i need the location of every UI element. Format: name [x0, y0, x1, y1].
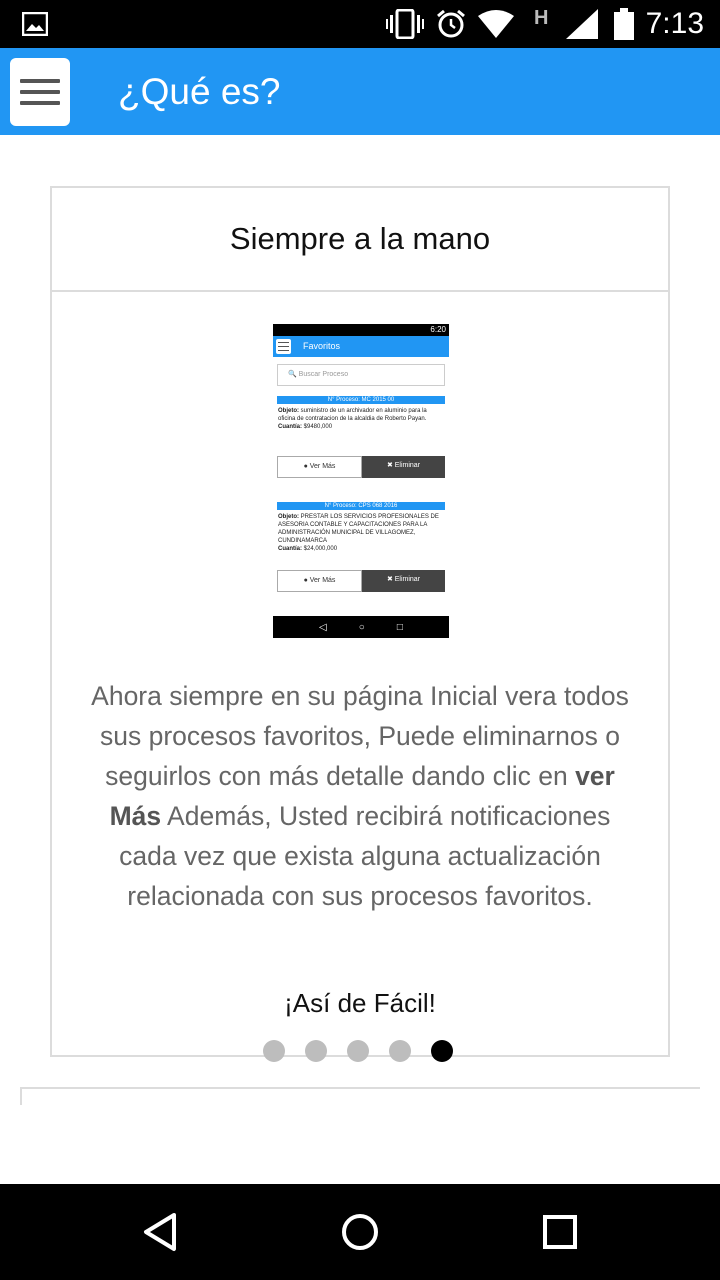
- cuantia-value: $24,000,000: [303, 546, 338, 552]
- pager-dot[interactable]: [347, 1040, 369, 1062]
- status-bar: H 7:13: [0, 0, 720, 48]
- preview-eliminar-button: ✖ Eliminar: [362, 456, 445, 478]
- app-bar: ¿Qué es?: [0, 48, 720, 135]
- clock: 7:13: [645, 7, 704, 40]
- info-card: Siempre a la mano 6:20 Favoritos 🔍 Busca…: [50, 186, 670, 1057]
- card-tagline: ¡Así de Fácil!: [284, 988, 436, 1018]
- preview-item-body: Objeto: suministro de un archivador en a…: [277, 404, 445, 454]
- objeto-label: Objeto:: [278, 514, 299, 520]
- preview-list-item: N° Proceso: CPS 068 2016 Objeto: PRESTAR…: [277, 502, 445, 592]
- preview-item-body: Objeto: PRESTAR LOS SERVICIOS PROFESIONA…: [277, 510, 445, 568]
- preview-home-icon: ○: [358, 621, 365, 633]
- page-title: ¿Qué es?: [118, 71, 281, 112]
- preview-status-bar: 6:20: [273, 324, 449, 336]
- card-title: Siempre a la mano: [52, 188, 668, 292]
- preview-item-header: N° Proceso: MC 2015 00: [277, 396, 445, 404]
- battery-icon: [614, 0, 634, 48]
- preview-eliminar-button: ✖ Eliminar: [362, 570, 445, 592]
- card-description: Ahora siempre en su página Inicial vera …: [91, 681, 629, 911]
- preview-app-bar: Favoritos: [273, 336, 449, 357]
- home-icon: [342, 1214, 378, 1250]
- pager-dot-active[interactable]: [431, 1040, 453, 1062]
- preview-ver-mas-button: ● Ver Más: [277, 456, 362, 478]
- divider: [20, 1087, 700, 1089]
- home-button[interactable]: [300, 1184, 420, 1280]
- menu-button[interactable]: [10, 58, 70, 126]
- preview-item-header: N° Proceso: CPS 068 2016: [277, 502, 445, 510]
- cuantia-value: $9480,000: [303, 424, 333, 430]
- preview-title: Favoritos: [303, 341, 341, 351]
- preview-hamburger-icon: [276, 339, 291, 354]
- preview-list-item: N° Proceso: MC 2015 00 Objeto: suministr…: [277, 396, 445, 478]
- wifi-icon: [478, 0, 514, 48]
- app-preview-image: 6:20 Favoritos 🔍 Buscar Proceso N° Proce…: [273, 324, 449, 638]
- vibrate-icon: [386, 0, 424, 48]
- preview-back-icon: ◁: [319, 621, 327, 633]
- preview-item-buttons: ● Ver Más ✖ Eliminar: [277, 456, 445, 478]
- cell-signal-icon: [566, 0, 598, 48]
- recents-icon: [543, 1215, 577, 1249]
- objeto-text: PRESTAR LOS SERVICIOS PROFESIONALES DE A…: [278, 514, 439, 544]
- preview-recents-icon: □: [396, 621, 403, 633]
- cuantia-label: Cuantía:: [278, 546, 302, 552]
- preview-search-placeholder: Buscar Proceso: [298, 371, 349, 378]
- gallery-icon: [22, 0, 48, 48]
- pager-dot[interactable]: [389, 1040, 411, 1062]
- back-button[interactable]: [100, 1184, 220, 1280]
- recents-button[interactable]: [500, 1184, 620, 1280]
- preview-nav-bar: ◁ ○ □: [273, 616, 449, 638]
- alarm-icon: [436, 0, 466, 48]
- hamburger-icon: [20, 72, 60, 112]
- preview-ver-mas-button: ● Ver Más: [277, 570, 362, 592]
- pager-indicator: [263, 1040, 463, 1064]
- screen: H 7:13 ¿Qué es? Siempre a la mano 6:20 F…: [0, 0, 720, 1280]
- pager-dot[interactable]: [263, 1040, 285, 1062]
- objeto-text: suministro de un archivador en aluminio …: [278, 408, 427, 422]
- cuantia-label: Cuantía:: [278, 424, 302, 430]
- objeto-label: Objeto:: [278, 408, 299, 414]
- preview-search: 🔍 Buscar Proceso: [277, 364, 445, 386]
- h-signal-icon: H: [534, 6, 549, 29]
- preview-item-buttons: ● Ver Más ✖ Eliminar: [277, 570, 445, 592]
- divider: [20, 1087, 22, 1105]
- pager-dot[interactable]: [305, 1040, 327, 1062]
- system-nav-bar: [0, 1184, 720, 1280]
- back-icon: [144, 1213, 176, 1251]
